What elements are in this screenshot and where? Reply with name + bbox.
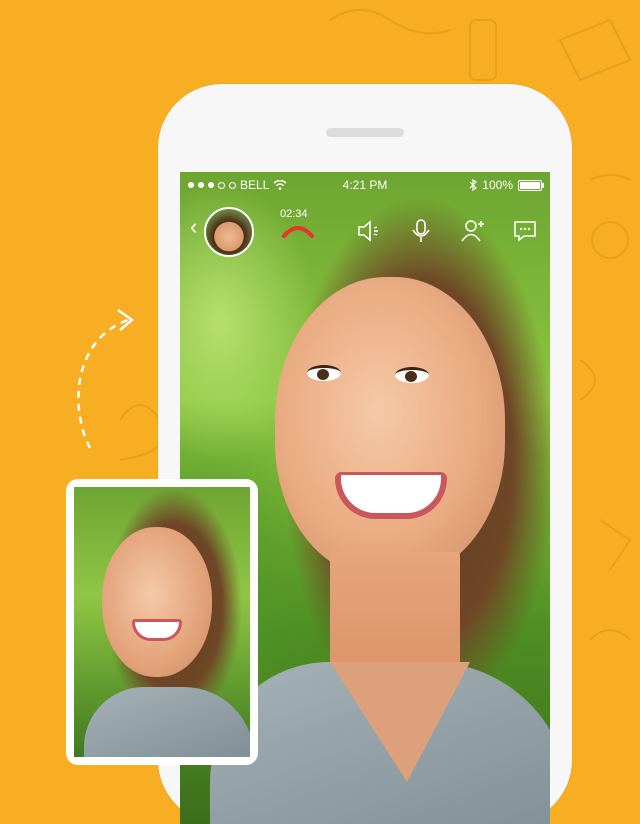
- speaker-icon[interactable]: [356, 218, 382, 244]
- bluetooth-icon: [469, 179, 478, 191]
- self-view-video: [74, 487, 250, 757]
- add-user-icon[interactable]: [460, 218, 486, 244]
- eye-left: [307, 365, 341, 381]
- status-right: 100%: [469, 178, 544, 192]
- microphone-icon[interactable]: [408, 218, 434, 244]
- call-duration: 02:34: [280, 208, 308, 220]
- chat-icon[interactable]: [512, 218, 538, 244]
- battery-icon: [518, 179, 544, 191]
- phone-speaker: [326, 128, 404, 137]
- eye-right: [395, 367, 429, 383]
- call-toolbar: ‹ 02:34: [180, 202, 550, 258]
- caller-avatar[interactable]: [204, 207, 254, 257]
- remote-video-face: [275, 277, 505, 577]
- back-icon[interactable]: ‹: [190, 214, 197, 240]
- self-view-preview[interactable]: [66, 479, 258, 765]
- dashed-arrow-decoration: [77, 308, 135, 449]
- status-bar: BELL 4:21 PM 100%: [180, 172, 550, 196]
- battery-percent: 100%: [482, 178, 513, 192]
- smile: [335, 472, 447, 519]
- self-view-face: [102, 527, 212, 677]
- hangup-icon[interactable]: [282, 224, 314, 238]
